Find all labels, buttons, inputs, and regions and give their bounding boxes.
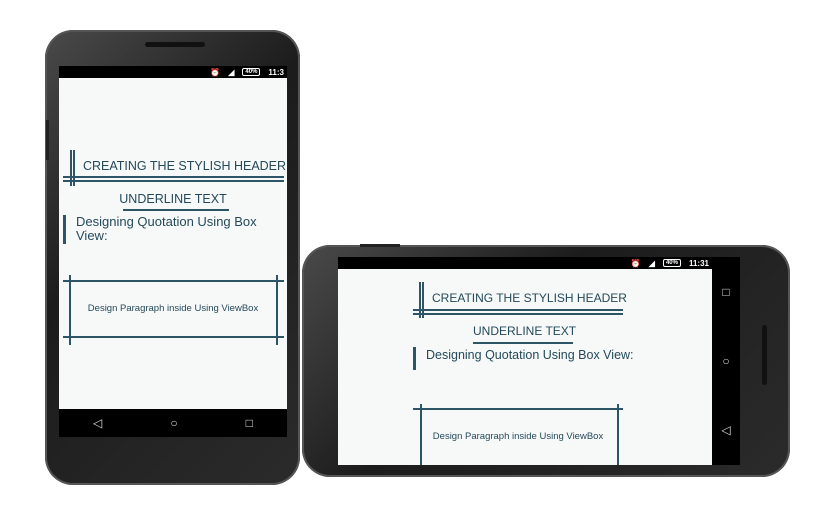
signal-icon: ◢ [648,258,655,268]
battery-indicator: 40% [662,259,681,267]
quote-bar [413,347,416,370]
navigation-bar: □ ○ ◁ [712,257,740,465]
stylish-header: CREATING THE STYLISH HEADER [432,291,627,305]
recents-button[interactable]: □ [246,416,253,430]
quote-bar [63,215,66,244]
alarm-icon: ⏰ [630,258,641,268]
paragraph-text: Design Paragraph inside Using ViewBox [87,303,259,314]
header-line [63,176,284,178]
clock: 11:3 [268,67,284,77]
paragraph-text: Design Paragraph inside Using ViewBox [432,431,604,442]
side-button [360,244,400,247]
home-button[interactable]: ○ [722,354,729,368]
box-line [63,336,284,338]
header-line [63,180,284,182]
back-button[interactable]: ◁ [93,416,102,430]
portrait-screen: ⏰ ◢ 40% 11:3 CREATING THE STYLISH HEADER… [59,66,287,437]
home-button[interactable]: ○ [170,416,177,430]
box-line [413,408,623,410]
back-button[interactable]: ◁ [721,423,730,437]
signal-icon: ◢ [228,67,235,77]
header-line [413,309,623,311]
status-bar: ⏰ ◢ 40% 11:31 [338,257,712,269]
quotation-text: Designing Quotation Using Box View: [76,214,257,243]
navigation-bar: ◁ ○ □ [59,409,287,437]
underline-text: UNDERLINE TEXT [119,192,227,206]
stylish-header: CREATING THE STYLISH HEADER [83,159,287,173]
side-button [46,120,49,160]
alarm-icon: ⏰ [210,67,221,77]
underline-text: UNDERLINE TEXT [473,324,577,338]
status-bar: ⏰ ◢ 40% 11:3 [59,66,287,78]
recents-button[interactable]: □ [722,285,729,299]
header-line [413,313,623,315]
clock: 11:31 [688,258,709,268]
earpiece [762,325,767,385]
underline [123,209,229,211]
quotation-text: Designing Quotation Using Box View: [426,348,634,362]
earpiece [145,42,205,47]
battery-indicator: 40% [242,68,261,76]
underline [473,342,573,344]
box-line [63,280,284,282]
landscape-screen: ⏰ ◢ 40% 11:31 CREATING THE STYLISH HEADE… [338,257,740,465]
